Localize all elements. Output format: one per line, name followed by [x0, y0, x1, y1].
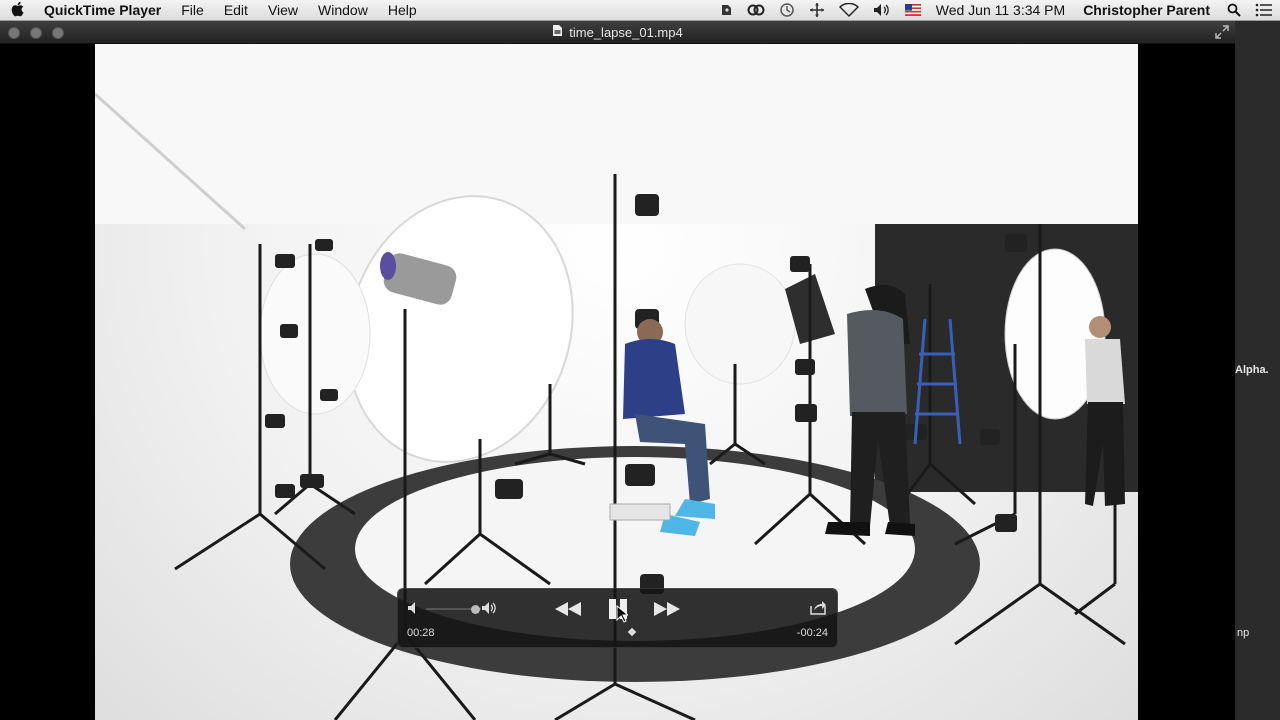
move-icon[interactable] — [802, 0, 832, 20]
menu-edit[interactable]: Edit — [214, 0, 258, 20]
menu-bar-clock[interactable]: Wed Jun 11 3:34 PM — [928, 2, 1073, 18]
menu-window[interactable]: Window — [308, 0, 378, 20]
window-title: time_lapse_01.mp4 — [569, 24, 683, 40]
us-flag-icon[interactable] — [898, 0, 928, 20]
rewind-icon[interactable] — [554, 601, 582, 620]
window-controls — [8, 27, 64, 39]
menu-file[interactable]: File — [171, 0, 214, 20]
zoom-button[interactable] — [52, 27, 64, 39]
menu-bar: QuickTime Player File Edit View Window H… — [0, 0, 1280, 21]
elapsed-time: 00:28 — [407, 627, 435, 639]
volume-low-icon[interactable] — [407, 601, 421, 618]
creative-cloud-icon[interactable] — [740, 0, 772, 20]
movie-file-icon — [552, 24, 563, 40]
fast-user-switch[interactable]: Christopher Parent — [1073, 2, 1220, 18]
mouse-cursor-icon — [616, 604, 630, 628]
close-button[interactable] — [8, 27, 20, 39]
volume-high-icon[interactable] — [481, 601, 497, 618]
minimize-button[interactable] — [30, 27, 42, 39]
share-icon[interactable] — [809, 600, 827, 619]
menu-view[interactable]: View — [258, 0, 308, 20]
umbrella-mid — [684, 263, 796, 385]
wifi-icon[interactable] — [832, 0, 866, 20]
evernote-icon[interactable] — [712, 0, 740, 20]
apple-logo-icon — [11, 1, 25, 20]
app-menu-quicktime[interactable]: QuickTime Player — [36, 0, 171, 20]
umbrella-far-left — [259, 253, 371, 415]
fullscreen-icon[interactable] — [1215, 25, 1229, 42]
time-machine-icon[interactable] — [772, 0, 802, 20]
menu-help[interactable]: Help — [378, 0, 427, 20]
volume-slider-knob[interactable] — [471, 605, 480, 614]
right-person — [1085, 316, 1125, 506]
strobe-lens — [380, 252, 396, 280]
volume-icon[interactable] — [866, 0, 898, 20]
desktop-item-label[interactable]: Alpha. — [1235, 364, 1269, 376]
window-title-group: time_lapse_01.mp4 — [552, 24, 683, 40]
spotlight-search-icon[interactable] — [1220, 0, 1248, 20]
fast-forward-icon[interactable] — [653, 601, 681, 620]
notification-center-icon[interactable] — [1248, 0, 1280, 20]
apple-menu[interactable] — [0, 1, 36, 20]
desktop-item-label-2[interactable]: np — [1237, 627, 1249, 639]
remaining-time: -00:24 — [796, 627, 828, 639]
scrubber-playhead[interactable] — [627, 627, 637, 637]
quicktime-window: time_lapse_01.mp4 00:28 -00:24 — [0, 21, 1235, 720]
window-titlebar[interactable]: time_lapse_01.mp4 — [0, 21, 1235, 44]
